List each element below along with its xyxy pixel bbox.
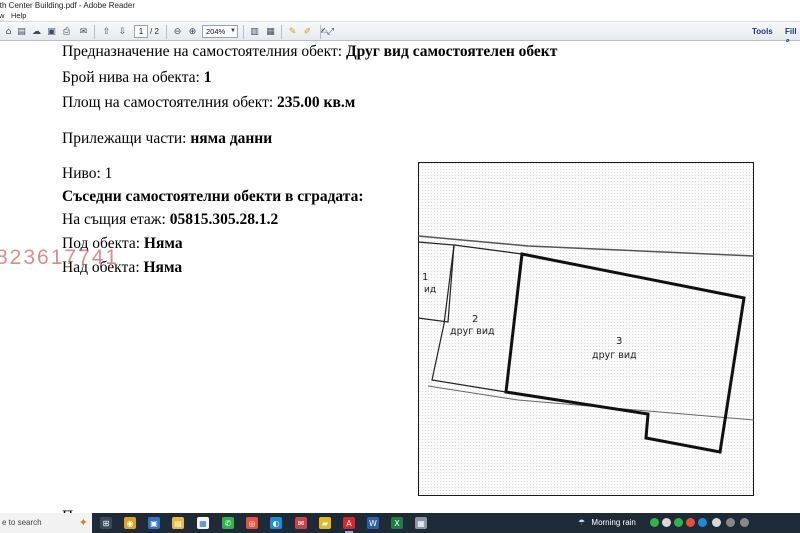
level-line: Ниво: 1 (62, 165, 112, 183)
copilot-icon: ✦ (78, 517, 88, 529)
tray-icon[interactable] (712, 518, 721, 527)
watermark: 823617741 (0, 246, 120, 269)
above-value: Няма (143, 259, 183, 276)
level-label: Ниво: (62, 165, 101, 182)
save-icon[interactable]: ▣ (45, 25, 58, 38)
excel-icon[interactable]: X (391, 517, 403, 529)
search-text: e to search (2, 518, 42, 527)
powerpoint-icon[interactable]: ▰ (319, 517, 331, 529)
unit-1-label: ид (424, 285, 436, 295)
unit-1-number: 1 (422, 272, 428, 283)
volume-icon[interactable] (740, 518, 749, 527)
same-floor-line: На същия етаж: 05815.305.28.1.2 (62, 211, 278, 229)
zoom-out-icon[interactable]: ⊖ (171, 25, 184, 38)
page-total: / 2 (150, 27, 159, 36)
task-view-icon[interactable]: ⊞ (100, 517, 112, 529)
menu-window[interactable]: w (0, 11, 4, 21)
tray-icon[interactable] (662, 518, 671, 527)
weather-widget[interactable]: ☂ Morning rain (578, 513, 636, 533)
purpose-line: Предназначение на самостоятелния обект: … (62, 43, 557, 61)
chrome-browser-icon[interactable]: ◎ (246, 517, 258, 529)
menu-bar: w Help (0, 11, 800, 21)
page-number-input[interactable]: 1 (134, 25, 148, 38)
fit-page-icon[interactable]: ▥ (248, 25, 261, 38)
menu-help[interactable]: Help (11, 11, 26, 21)
whatsapp-tray-icon[interactable] (650, 518, 659, 527)
open-file-icon[interactable]: ▤ (15, 25, 28, 38)
file-explorer-icon[interactable]: ▤ (172, 517, 184, 529)
zoom-select[interactable]: 204% ▼ (202, 25, 238, 38)
edge-icon[interactable]: ◐ (270, 517, 282, 529)
floor-plan-image: 1 ид 2 друг вид 3 друг вид (418, 162, 754, 496)
chrome-icon[interactable]: ◉ (124, 517, 136, 529)
word-icon[interactable]: W (367, 517, 379, 529)
taskbar: e to search ✦ ⊞ ◉ ▣ ▤ ▦ ✆ ◎ ◐ ✉ ▰ A W X … (0, 513, 800, 533)
levels-value: 1 (203, 69, 212, 86)
level-value: 1 (104, 165, 113, 182)
unit-3-label: друг вид (592, 350, 637, 361)
adjoining-label: Прилежащи части: (62, 130, 187, 147)
same-floor-label: На същия етаж: (62, 211, 166, 228)
toolbar: ⌂ ▤ ☁ ▣ ⎙ ✉ ⇧ ⇩ 1 / 2 ⊖ ⊕ 204% ▼ ▥ ▦ ✎ ✐… (0, 21, 800, 47)
below-value: Няма (143, 235, 183, 252)
same-floor-value: 05815.305.28.1.2 (169, 211, 279, 228)
tray-icon[interactable] (686, 518, 695, 527)
photos-icon[interactable]: ▣ (148, 517, 160, 529)
comment-icon[interactable]: ✎ (286, 25, 299, 38)
adjoining-line: Прилежащи части: няма данни (62, 130, 272, 148)
neighbors-heading: Съседни самостоятелни обекти в сградата: (62, 188, 364, 206)
cloud-icon[interactable]: ☁ (30, 25, 43, 38)
adobe-reader-icon[interactable]: A (343, 517, 355, 533)
calculator-icon[interactable]: ▦ (415, 517, 427, 529)
area-line: Площ на самостоятелния обект: 235.00 кв.… (62, 94, 355, 112)
zoom-value: 204% (206, 27, 226, 36)
window-title-bar: lth Center Building.pdf - Adobe Reader (0, 0, 800, 11)
next-page-icon[interactable]: ⇩ (116, 25, 129, 38)
read-mode-icon[interactable]: ▦ (264, 25, 277, 38)
area-value: 235.00 кв.м (277, 94, 356, 111)
levels-label: Брой нива на обекта: (62, 69, 200, 86)
highlight-icon[interactable]: ✐ (301, 25, 314, 38)
document-page: Предназначение на самостоятелния обект: … (0, 42, 800, 513)
tools-button[interactable]: Tools (752, 26, 773, 37)
area-label: Площ на самостоятелния обект: (62, 94, 274, 111)
purpose-label: Предназначение на самостоятелния обект: (62, 43, 343, 60)
expand-icon[interactable]: ⤢ (324, 25, 337, 38)
previous-page-icon[interactable]: ⇧ (100, 25, 113, 38)
tray-icon[interactable] (674, 518, 683, 527)
purpose-value: Друг вид самостоятелен обект (345, 43, 558, 60)
levels-line: Брой нива на обекта: 1 (62, 69, 212, 87)
tray-icon[interactable] (698, 518, 707, 527)
weather-text: Morning rain (591, 518, 636, 527)
unit-2-label: друг вид (450, 326, 495, 337)
unit-3-number: 3 (616, 336, 622, 347)
zoom-in-icon[interactable]: ⊕ (186, 25, 199, 38)
store-icon[interactable]: ▦ (197, 517, 209, 529)
network-icon[interactable] (726, 518, 735, 527)
neighbors-heading-text: Съседни самостоятелни обекти в сградата: (62, 188, 364, 205)
taskbar-search[interactable]: e to search ✦ (0, 513, 92, 533)
whatsapp-icon[interactable]: ✆ (222, 517, 234, 529)
adjoining-value: няма данни (190, 130, 273, 147)
mail-icon[interactable]: ✉ (295, 517, 307, 529)
unit-2-number: 2 (472, 314, 478, 325)
window-title: lth Center Building.pdf - Adobe Reader (0, 1, 135, 10)
email-icon[interactable]: ✉ (77, 25, 90, 38)
create-pdf-icon[interactable]: ⌂ (2, 25, 15, 38)
rain-cloud-icon: ☂ (578, 518, 586, 527)
chevron-down-icon: ▼ (230, 28, 236, 34)
print-icon[interactable]: ⎙ (60, 25, 73, 38)
